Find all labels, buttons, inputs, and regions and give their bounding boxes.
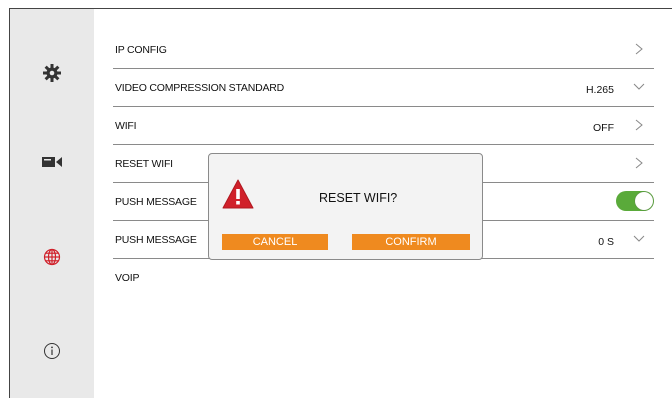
video-camera-icon[interactable] xyxy=(40,150,64,174)
globe-icon[interactable] xyxy=(40,245,64,269)
info-icon[interactable] xyxy=(40,339,64,363)
push-message-toggle[interactable] xyxy=(616,191,654,211)
row-value: 0 S xyxy=(598,236,614,248)
chevron-down-icon xyxy=(632,79,646,95)
warning-icon xyxy=(221,178,255,210)
cancel-button[interactable]: CANCEL xyxy=(222,234,328,250)
row-label: VIDEO COMPRESSION STANDARD xyxy=(115,82,285,94)
settings-row-ip-config[interactable]: IP CONFIG xyxy=(113,31,654,69)
row-label: PUSH MESSAGE xyxy=(115,234,197,246)
reset-wifi-dialog: RESET WIFI? CANCEL CONFIRM xyxy=(208,153,483,260)
row-value: H.265 xyxy=(585,84,614,96)
row-label: VOIP xyxy=(115,272,140,284)
row-label: PUSH MESSAGE xyxy=(115,196,197,208)
confirm-button[interactable]: CONFIRM xyxy=(352,234,470,250)
gear-icon[interactable] xyxy=(40,61,64,85)
chevron-down-icon xyxy=(632,231,646,247)
settings-row-video-compression[interactable]: VIDEO COMPRESSION STANDARD H.265 xyxy=(113,69,654,107)
row-label: WIFI xyxy=(115,120,137,132)
settings-row-voip[interactable]: VOIP xyxy=(113,259,654,297)
chevron-right-icon xyxy=(632,155,646,171)
chevron-right-icon xyxy=(632,117,646,133)
chevron-right-icon xyxy=(632,41,646,57)
settings-row-wifi[interactable]: WIFI OFF xyxy=(113,107,654,145)
sidebar xyxy=(10,9,94,398)
row-value: OFF xyxy=(593,122,614,134)
toggle-knob xyxy=(635,192,653,210)
row-label: RESET WIFI xyxy=(115,158,173,170)
dialog-title: RESET WIFI? xyxy=(319,191,398,205)
row-label: IP CONFIG xyxy=(115,44,167,56)
